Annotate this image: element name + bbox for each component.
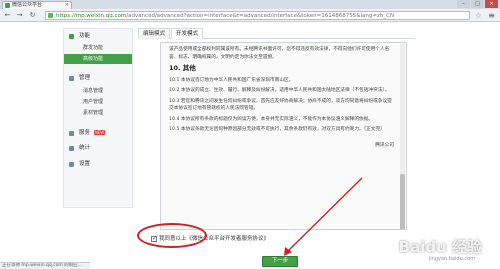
settings-icon — [69, 162, 74, 167]
address-bar[interactable]: https://mp.weixin.qq.com/advanced/advanc… — [45, 11, 470, 20]
agreement-paragraph: 10.2 本协议的成立、生效、履行、解释及纠纷解决，适用中华人民共和国大陆地区法… — [169, 88, 390, 93]
browser-menu-icon[interactable]: ≡ — [488, 11, 495, 20]
sidebar-item-messages[interactable]: 消息管理 — [64, 86, 132, 96]
back-arrow-icon[interactable]: ← — [3, 11, 12, 20]
tab-close-icon[interactable]: × — [65, 2, 69, 9]
agreement-paragraph: 10.1 本协议签订地为中华人民共和国广东省深圳市南山区。 — [169, 77, 294, 83]
agreement-paragraph: 该产品使用或全部权利同属该所有。未经腾讯书面许可，您不得违反有效法律，不得向他们… — [169, 47, 390, 60]
sidebar: 功能 群发功能 高级功能 管理 消息管理 用户管理 素材管理 服务 NEW 统计… — [63, 28, 133, 208]
function-icon — [69, 34, 74, 39]
window-close-button[interactable]: × — [485, 0, 498, 8]
sidebar-section-label: 管理 — [79, 75, 91, 81]
watermark-logo: Baidu 经验 — [398, 238, 482, 256]
url-path: /advanced/advanced?action=interface&t=ad… — [126, 13, 395, 19]
sidebar-item-mass-send[interactable]: 群发功能 — [64, 43, 132, 53]
url-host: https://mp.weixin.qq.com — [56, 13, 127, 19]
agreement-paragraph: 10.4 本协议所有条款的标题仅为阅读方便，本身并无实际涵义，不能作为本协议涵义… — [169, 116, 374, 122]
sidebar-section-label: 功能 — [79, 33, 91, 39]
maximize-button[interactable]: □ — [471, 0, 484, 8]
next-step-button[interactable]: 下一步 — [262, 256, 298, 267]
tab-edit-mode[interactable]: 编辑模式 — [138, 28, 170, 39]
lock-icon — [48, 13, 53, 18]
sidebar-item-advanced[interactable]: 高级功能 — [64, 54, 132, 64]
sidebar-section-service[interactable]: 服务 NEW — [64, 128, 132, 138]
manage-icon — [69, 76, 74, 81]
sidebar-item-users[interactable]: 用户管理 — [64, 97, 132, 107]
mode-tabs: 编辑模式 开发模式 — [138, 28, 415, 39]
tab-dev-mode[interactable]: 开发模式 — [171, 28, 203, 39]
watermark-url: jingyan.baidu.com — [428, 256, 475, 262]
window-controls: – □ × — [457, 0, 498, 8]
agreement-paragraph: 10.3 若您和腾讯之间发生任何纠纷或争议，首先应友好协商解决；协商不成的，双方… — [169, 98, 392, 112]
sidebar-section-manage[interactable]: 管理 — [64, 73, 132, 83]
minimize-button[interactable]: – — [457, 0, 470, 8]
agreement-signature: 腾讯公司 — [375, 142, 394, 148]
agreement-scrollbar[interactable] — [400, 44, 405, 229]
sidebar-section-label: 服务 — [79, 130, 91, 136]
scrollbar-thumb[interactable] — [400, 174, 405, 229]
browser-tab-bar: 微信公众平台 × – □ × — [0, 0, 500, 9]
wechat-favicon-icon — [5, 3, 10, 8]
bookmark-star-icon[interactable]: ☆ — [475, 11, 482, 20]
agreement-heading: 10. 其他 — [169, 64, 196, 72]
agreement-paragraph: 10.5 本协议条款无论因何种原因部分无效或不可执行，其余条款仍有效，对双方具有… — [169, 127, 385, 132]
browser-tab[interactable]: 微信公众平台 × — [2, 1, 72, 9]
sidebar-item-materials[interactable]: 素材管理 — [64, 108, 132, 118]
forward-arrow-icon[interactable]: → — [15, 11, 24, 20]
service-icon — [69, 131, 74, 136]
sidebar-section-label: 设置 — [79, 161, 91, 167]
status-bar: 正在等待 mp.weixin.qq.com 的响应... — [0, 262, 90, 269]
tab-title: 微信公众平台 — [12, 2, 43, 8]
reload-icon[interactable]: ↻ — [28, 11, 37, 20]
sidebar-section-label: 统计 — [79, 145, 91, 151]
stats-icon — [69, 146, 74, 151]
sidebar-section-function[interactable]: 功能 — [64, 31, 132, 41]
sidebar-section-settings[interactable]: 设置 — [64, 159, 132, 169]
new-badge: NEW — [93, 130, 106, 135]
agreement-textbox[interactable]: 该产品使用或全部权利同属该所有。未经腾讯书面许可，您不得违反有效法律，不得向他们… — [160, 42, 407, 230]
sidebar-section-stats[interactable]: 统计 — [64, 143, 132, 153]
annotation-circle — [137, 223, 207, 248]
browser-toolbar: ← → ↻ https://mp.weixin.qq.com/advanced/… — [0, 9, 500, 22]
agreement-text: 该产品使用或全部权利同属该所有。未经腾讯书面许可，您不得违反有效法律，不得向他们… — [169, 46, 394, 152]
